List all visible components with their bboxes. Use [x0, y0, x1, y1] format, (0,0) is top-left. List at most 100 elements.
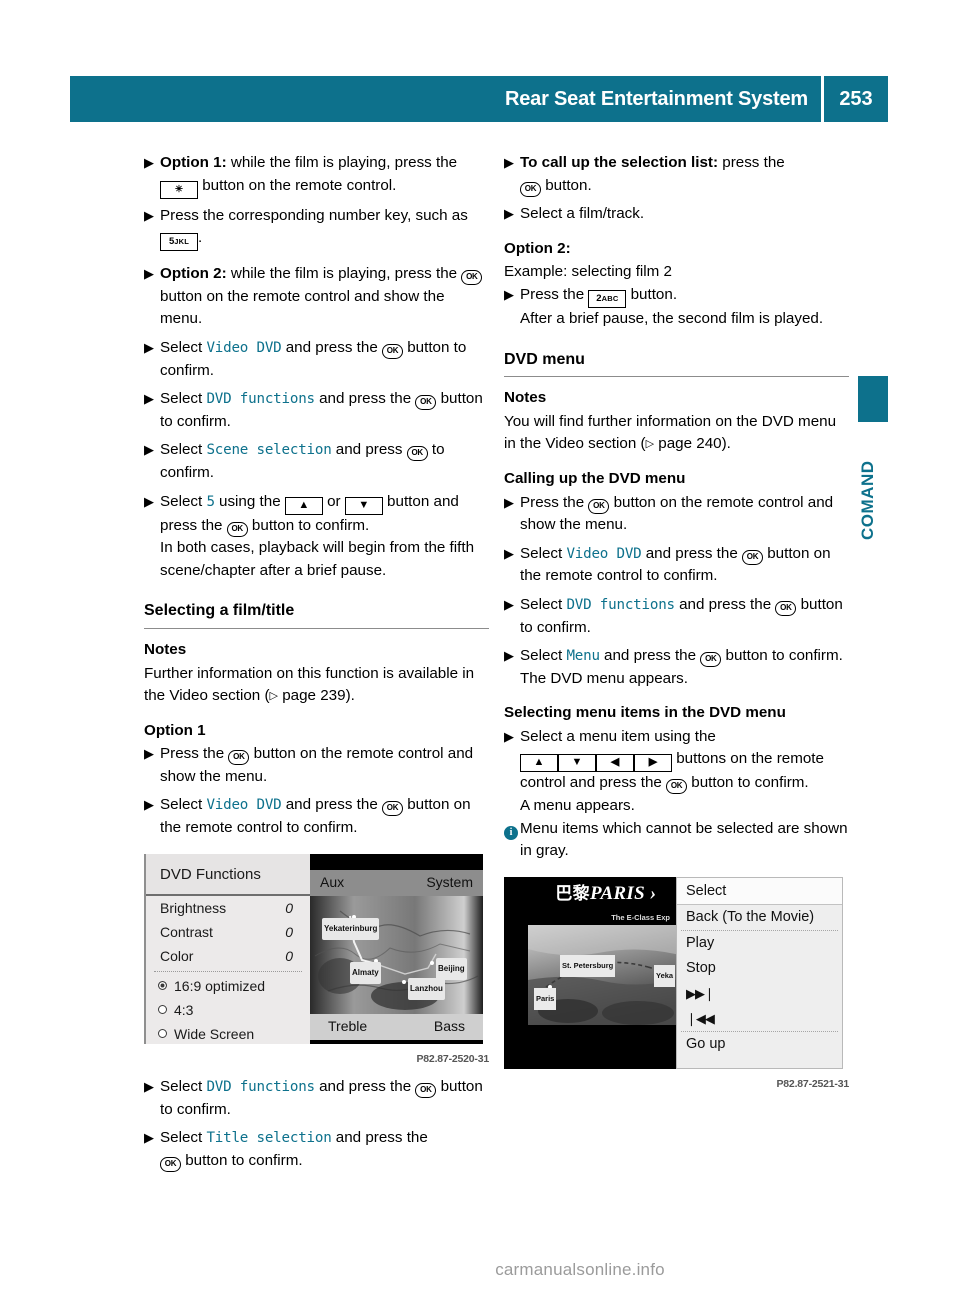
arrow-up-key-icon: ▲ — [284, 496, 323, 515]
subheading-selecting-menu-items: Selecting menu items in the DVD menu — [504, 704, 786, 722]
radio-option-16-9[interactable]: 16:9 optimized — [146, 974, 310, 998]
ok-button-icon: OK — [382, 801, 403, 817]
bullet-icon: ▶ — [504, 286, 514, 302]
map-label-st-petersburg: St. Petersburg — [560, 954, 616, 978]
ok-button-icon: OK — [160, 1157, 181, 1173]
radio-label: Wide Screen — [174, 1025, 255, 1042]
aux-label[interactable]: Aux — [320, 871, 344, 894]
ok-button-icon: OK — [226, 521, 248, 537]
table-row[interactable]: Color 0 — [146, 944, 310, 968]
ok-button-icon: OK — [415, 1083, 437, 1099]
dvd-menu-screen: 巴黎PARIS › The E-Class Exp Paris St. Pete… — [504, 876, 843, 1069]
ok-button-icon: OK — [588, 498, 610, 514]
arrow-right-key-icon: ▶ — [634, 754, 672, 773]
info-note: i Menu items which cannot be selected ar… — [504, 818, 849, 863]
example-line: Example: selecting film 2 — [504, 263, 672, 281]
radio-label: 16:9 optimized — [174, 977, 266, 994]
map-thumbnail: Yekaterinburg Almaty Beijing Lanzhou — [310, 895, 483, 1014]
menu-item-next-track-icon[interactable]: ▶▶❘ — [677, 981, 842, 1006]
list-item: ▶ Press the 2ABC button. After a brief pa… — [504, 285, 824, 327]
map-label-beijing: Beijing — [436, 957, 467, 981]
bullet-icon: ▶ — [144, 1079, 154, 1095]
map-label-yeka: Yeka — [654, 964, 676, 988]
radio-option-wide-screen[interactable]: Wide Screen — [146, 1022, 310, 1046]
arrow-down-key-icon: ▼ — [344, 496, 383, 515]
subheading-calling-up-dvd-menu: Calling up the DVD menu — [504, 469, 686, 487]
menu-item-stop[interactable]: Stop — [677, 956, 842, 981]
ok-button-icon: OK — [742, 549, 763, 565]
list-item: ▶ Select Scene selection and press OK to… — [144, 441, 445, 481]
movie-map-graphic: Paris St. Petersburg Yeka — [528, 924, 676, 1025]
info-icon: i — [504, 825, 518, 840]
menu-term: Scene selection — [206, 442, 332, 459]
bullet-icon: ▶ — [504, 596, 514, 612]
bullet-icon: ▶ — [144, 207, 154, 223]
page-number: 253 — [839, 87, 873, 110]
subheading-notes: Notes — [504, 389, 547, 407]
bullet-icon: ▶ — [144, 493, 154, 509]
system-label[interactable]: System — [426, 871, 473, 894]
menu-item-go-up[interactable]: Go up — [677, 1032, 842, 1057]
number-key-2-icon: 2ABC — [588, 289, 627, 308]
row-value: 0 — [285, 899, 293, 916]
bullet-icon: ▶ — [144, 155, 154, 170]
list-item: ▶ Select Title selection and press the O… — [144, 1127, 489, 1173]
radio-option-4-3[interactable]: 4:3 — [146, 998, 310, 1022]
bullet-icon: ▶ — [144, 266, 154, 282]
figure-caption: P82.87-2521-31 — [776, 1077, 849, 1090]
radio-unselected-icon — [158, 1029, 167, 1039]
bullet-icon: ▶ — [504, 648, 514, 664]
side-tab-label: COMAND — [858, 460, 877, 540]
map-dot — [402, 979, 406, 984]
ok-button-icon: OK — [520, 181, 541, 197]
section-heading-dvd-menu: DVD menu — [504, 349, 849, 378]
row-value: 0 — [285, 947, 293, 964]
list-item: ▶ Option 2: while the film is playing, p… — [144, 263, 489, 331]
list-item: ▶ Select a menu item using the ▲ ▼ ◀ ▶ butto… — [504, 727, 824, 815]
list-item: ▶ Select DVD functions and press the OK … — [144, 1078, 483, 1118]
step-lead: Option 2: — [160, 265, 227, 283]
radio-selected-icon — [158, 981, 167, 991]
figure-dvd-menu: 巴黎PARIS › The E-Class Exp Paris St. Pete… — [504, 876, 849, 1096]
map-label-lanzhou: Lanzhou — [408, 977, 445, 1001]
list-item: ▶ Select a film/track. — [504, 203, 849, 226]
row-label: Brightness — [160, 899, 227, 916]
bullet-icon: ▶ — [144, 339, 154, 355]
list-item: ▶ Select Video DVD and press the OK butt… — [144, 796, 471, 837]
ok-button-icon: OK — [382, 343, 403, 359]
movie-video-area: 巴黎PARIS › The E-Class Exp Paris St. Pete… — [504, 876, 676, 1069]
table-row[interactable]: Contrast 0 — [146, 920, 310, 944]
table-row[interactable]: Brightness 0 — [146, 896, 310, 920]
preview-bottom-bar: Treble Bass — [310, 1013, 483, 1040]
ok-button-icon: OK — [700, 652, 722, 668]
step-note: After a brief pause, the second film is … — [520, 309, 824, 327]
radio-unselected-icon — [158, 1005, 167, 1015]
dvd-functions-panel: DVD Functions Brightness 0 Contrast 0 Co… — [146, 853, 310, 1046]
menu-item-previous-track-icon[interactable]: ❘◀◀ — [677, 1006, 842, 1031]
list-item: ▶ Option 1: while the film is playing, p… — [144, 152, 489, 199]
page-title: Rear Seat Entertainment System — [504, 87, 808, 110]
bullet-icon: ▶ — [144, 746, 154, 762]
list-item: ▶ Select DVD functions and press the OK … — [144, 390, 483, 430]
figure-caption: P82.87-2520-31 — [416, 1052, 489, 1065]
menu-term: Video DVD — [206, 797, 282, 814]
list-item: ▶ Select DVD functions and press the OK … — [504, 595, 843, 636]
menu-term: DVD functions — [206, 391, 315, 408]
menu-item-select[interactable]: Select — [677, 877, 842, 905]
menu-item-back-to-the-movie[interactable]: Back (To the Movie) — [677, 905, 842, 930]
map-label-almaty: Almaty — [350, 961, 381, 985]
arrow-down-key-icon: ▼ — [558, 754, 596, 773]
map-label-paris: Paris — [534, 987, 557, 1011]
arrow-left-key-icon: ◀ — [596, 754, 634, 773]
bullet-icon: ▶ — [144, 797, 154, 813]
notes-paragraph: Further information on this function is … — [144, 664, 475, 705]
preview-top-bar: Aux System — [310, 869, 483, 896]
radio-label: 4:3 — [174, 1001, 194, 1018]
list-item: ▶ Press the OK button on the remote cont… — [504, 493, 834, 534]
menu-item-play[interactable]: Play — [677, 931, 842, 956]
bass-label[interactable]: Bass — [434, 1015, 465, 1038]
dvd-functions-screen: DVD Functions Brightness 0 Contrast 0 Co… — [144, 853, 483, 1046]
treble-label[interactable]: Treble — [328, 1015, 367, 1038]
number-key-5-icon: 5JKL — [160, 233, 198, 252]
row-value: 0 — [285, 923, 293, 940]
